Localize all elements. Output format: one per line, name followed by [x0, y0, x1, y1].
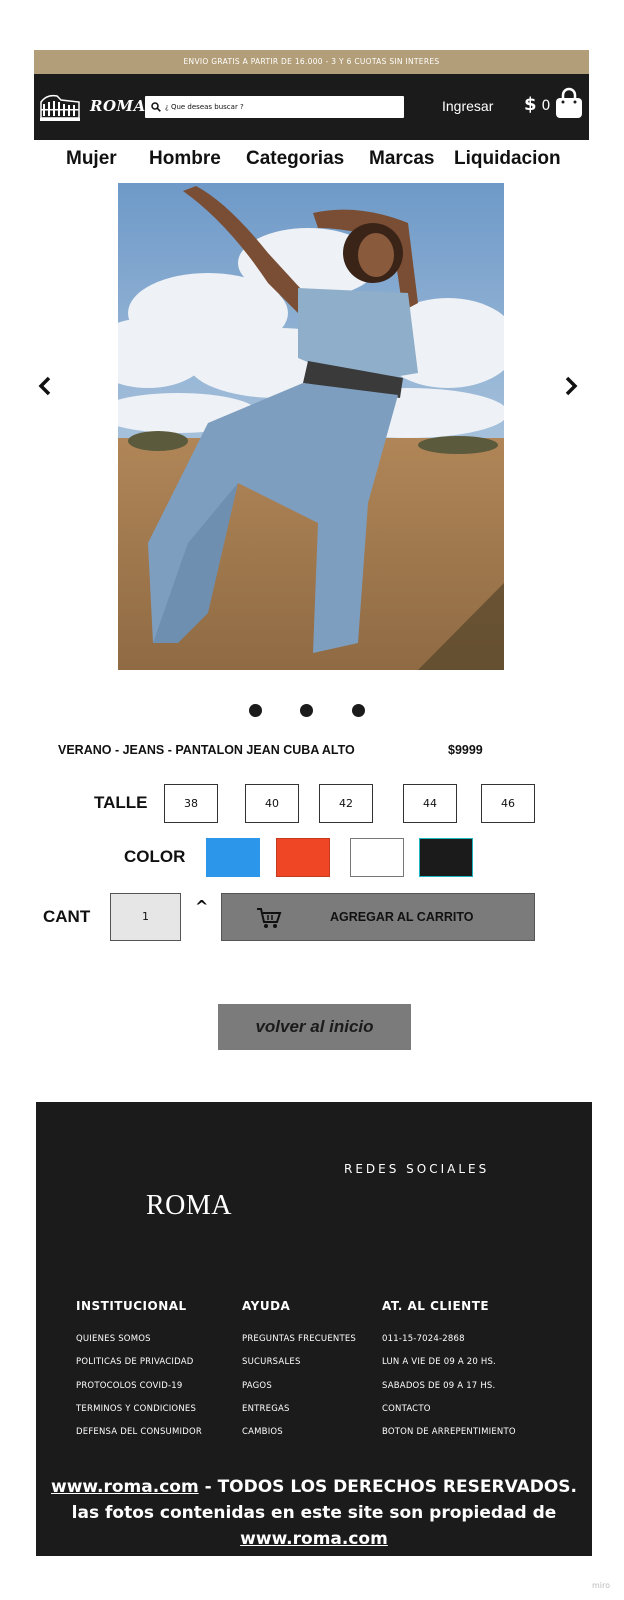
footer-link[interactable]: DEFENSA DEL CONSUMIDOR: [76, 1427, 202, 1437]
carousel-dot-1[interactable]: [249, 704, 262, 717]
nav-item-mujer[interactable]: Mujer: [66, 148, 117, 170]
add-to-cart-label: AGREGAR AL CARRITO: [330, 910, 474, 924]
size-option-40[interactable]: 40: [245, 784, 299, 823]
back-to-home-button[interactable]: volver al inicio: [218, 1004, 411, 1050]
size-option-38[interactable]: 38: [164, 784, 218, 823]
footer-hours-weekday: LUN A VIE DE 09 A 20 HS.: [382, 1357, 496, 1367]
product-image: [118, 183, 504, 670]
site-footer: REDES SOCIALES ROMA INSTITUCIONAL QUIENE…: [36, 1102, 592, 1556]
colosseum-logo-icon[interactable]: [39, 92, 81, 122]
search-icon: [151, 102, 161, 112]
footer-link[interactable]: BOTON DE ARREPENTIMIENTO: [382, 1427, 516, 1437]
add-to-cart-button[interactable]: AGREGAR AL CARRITO: [221, 893, 535, 941]
product-price: $9999: [448, 743, 483, 757]
footer-link[interactable]: POLITICAS DE PRIVACIDAD: [76, 1357, 194, 1367]
currency-symbol: $: [524, 94, 537, 115]
footer-logo[interactable]: ROMA: [146, 1190, 232, 1222]
main-nav: Mujer Hombre Categorias Marcas Liquidaci…: [34, 144, 589, 174]
footer-link[interactable]: ENTREGAS: [242, 1404, 290, 1414]
footer-link[interactable]: CAMBIOS: [242, 1427, 283, 1437]
search-bar[interactable]: [145, 96, 404, 118]
footer-link[interactable]: PREGUNTAS FRECUENTES: [242, 1334, 356, 1344]
footer-link[interactable]: QUIENES SOMOS: [76, 1334, 151, 1344]
quantity-increment-icon[interactable]: ^: [195, 897, 208, 916]
carousel-dot-2[interactable]: [300, 704, 313, 717]
carousel-prev-icon[interactable]: [36, 375, 54, 397]
search-input[interactable]: [165, 103, 385, 111]
color-option-blue[interactable]: [206, 838, 260, 877]
carousel-next-icon[interactable]: [562, 375, 580, 397]
watermark: miro: [592, 1581, 611, 1590]
color-option-white[interactable]: [350, 838, 404, 877]
quantity-input[interactable]: 1: [110, 893, 181, 941]
footer-phone[interactable]: 011-15-7024-2868: [382, 1334, 465, 1344]
site-header: ROMA Ingresar $0: [34, 74, 589, 140]
cart-icon: [257, 908, 282, 928]
copyright-notice: www.roma.com - TODOS LOS DERECHOS RESERV…: [48, 1474, 580, 1552]
color-label: COLOR: [124, 847, 186, 866]
login-link[interactable]: Ingresar: [442, 98, 493, 114]
footer-col-title-atencion: AT. AL CLIENTE: [382, 1299, 490, 1313]
size-label: TALLE: [94, 793, 148, 812]
size-option-46[interactable]: 46: [481, 784, 535, 823]
promo-banner: ENVIO GRATIS A PARTIR DE 16.000 - 3 Y 6 …: [34, 50, 589, 74]
product-title: VERANO - JEANS - PANTALON JEAN CUBA ALTO: [58, 743, 355, 757]
footer-hours-saturday: SABADOS DE 09 A 17 HS.: [382, 1381, 496, 1391]
nav-item-liquidacion[interactable]: Liquidacion: [454, 148, 561, 170]
footer-link[interactable]: SUCURSALES: [242, 1357, 301, 1367]
color-option-black[interactable]: [419, 838, 473, 877]
footer-link[interactable]: PROTOCOLOS COVID-19: [76, 1381, 182, 1391]
footer-link[interactable]: PAGOS: [242, 1381, 272, 1391]
footer-col-title-institucional: INSTITUCIONAL: [76, 1299, 187, 1313]
size-option-44[interactable]: 44: [403, 784, 457, 823]
cart-count: 0: [541, 98, 551, 114]
nav-item-marcas[interactable]: Marcas: [369, 148, 435, 170]
carousel-dot-3[interactable]: [352, 704, 365, 717]
color-option-red[interactable]: [276, 838, 330, 877]
cart-total[interactable]: $0: [524, 94, 550, 115]
social-title: REDES SOCIALES: [344, 1162, 490, 1176]
size-option-42[interactable]: 42: [319, 784, 373, 823]
copyright-link-2[interactable]: www.roma.com: [240, 1529, 388, 1549]
footer-link[interactable]: TERMINOS Y CONDICIONES: [76, 1404, 196, 1414]
brand-logo[interactable]: ROMA: [90, 97, 146, 115]
copyright-link[interactable]: www.roma.com: [51, 1477, 199, 1497]
shopping-bag-icon[interactable]: [555, 87, 583, 119]
footer-col-title-ayuda: AYUDA: [242, 1299, 291, 1313]
nav-item-hombre[interactable]: Hombre: [149, 148, 221, 170]
quantity-label: CANT: [43, 907, 91, 926]
nav-item-categorias[interactable]: Categorias: [246, 148, 344, 170]
footer-link[interactable]: CONTACTO: [382, 1404, 431, 1414]
carousel-dots: [0, 704, 624, 720]
